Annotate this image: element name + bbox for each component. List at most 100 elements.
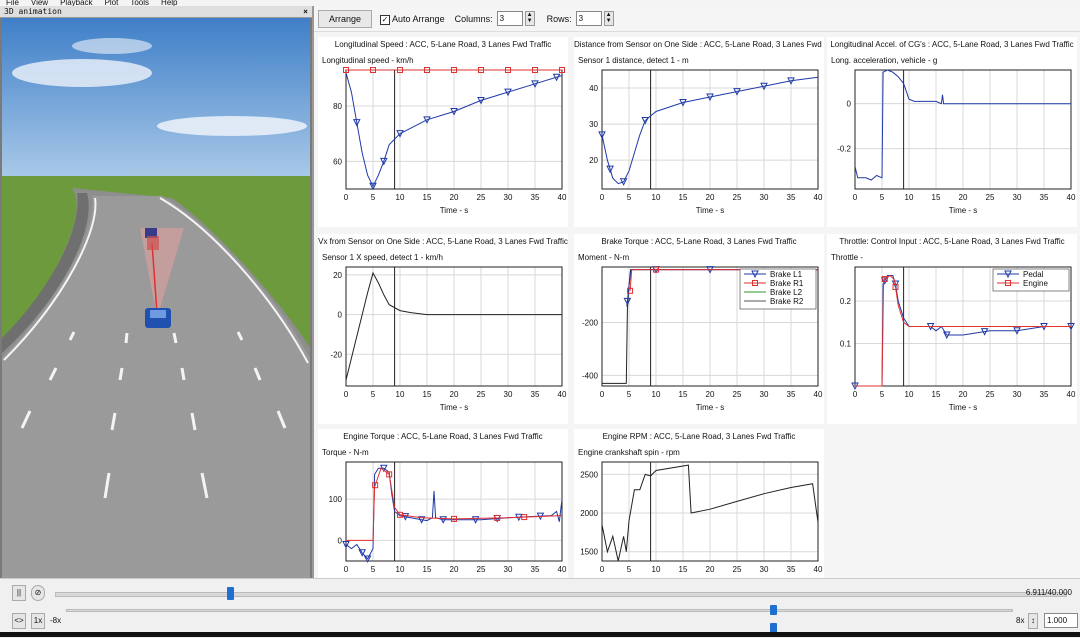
- auto-arrange-checkbox[interactable]: ✓: [380, 14, 391, 25]
- plot-panel-p4[interactable]: Vx from Sensor on One Side : ACC, 5-Lane…: [318, 234, 568, 424]
- rate-spinner[interactable]: ↕: [1028, 613, 1038, 629]
- x-tick-label: 40: [558, 193, 567, 202]
- plot-canvas[interactable]: 0510152025303540150020002500Time - s: [574, 429, 824, 599]
- animation-window-titlebar: 3D animation ×: [0, 6, 312, 18]
- x-tick-label: 0: [344, 565, 349, 574]
- x-tick-label: 15: [679, 390, 688, 399]
- rate-slider-thumb[interactable]: [770, 605, 777, 615]
- x-tick-label: 40: [1067, 193, 1076, 202]
- ego-vehicle-roof: [150, 310, 166, 318]
- y-tick-label: 0: [338, 536, 343, 545]
- x-tick-label: 35: [531, 565, 540, 574]
- plot-canvas[interactable]: 0 5 10 15 20 25 30 35 40 -20 0 20 Time - s: [318, 234, 568, 424]
- 3d-animation-viewport[interactable]: [2, 18, 310, 578]
- y-tick-label: -0.2: [837, 145, 851, 154]
- x-tick-label: 5: [627, 193, 632, 202]
- plot-panel-p2[interactable]: Distance from Sensor on One Side : ACC, …: [574, 37, 824, 227]
- rate-value-input[interactable]: 1.000: [1044, 613, 1078, 628]
- x-tick-label: 5: [627, 390, 632, 399]
- x-tick-label: 35: [1040, 390, 1049, 399]
- x-tick-label: 35: [787, 390, 796, 399]
- x-tick-label: 5: [880, 193, 885, 202]
- plot-canvas[interactable]: 0 5 10 15 20 25 30 35 40 -0.2 0 Time - s: [827, 37, 1077, 227]
- x-tick-label: 35: [1040, 193, 1049, 202]
- x-tick-label: 30: [504, 565, 513, 574]
- plot-panel-p7[interactable]: Engine Torque : ACC, 5-Lane Road, 3 Lane…: [318, 429, 568, 599]
- plot-panel-p8[interactable]: Engine RPM : ACC, 5-Lane Road, 3 Lanes F…: [574, 429, 824, 599]
- plot-canvas[interactable]: 0 5 10 15 20 25 30 35 40 0.1 0.2 Time - s PedalEngin…: [827, 234, 1077, 424]
- x-tick-label: 40: [558, 565, 567, 574]
- x-tick-label: 30: [504, 390, 513, 399]
- plot-panel-p5[interactable]: Brake Torque : ACC, 5-Lane Road, 3 Lanes…: [574, 234, 824, 424]
- y-tick-label: 2500: [580, 470, 598, 479]
- plot-panel-p6[interactable]: Throttle: Control Input : ACC, 5-Lane Ro…: [827, 234, 1077, 424]
- x-tick-label: 0: [344, 193, 349, 202]
- y-tick-label: 0.2: [840, 297, 852, 306]
- y-tick-label: 20: [589, 156, 598, 165]
- plot-xlabel: Time - s: [440, 206, 469, 215]
- x-tick-label: 20: [706, 390, 715, 399]
- y-tick-label: -20: [330, 350, 342, 359]
- x-tick-label: 0: [853, 193, 858, 202]
- plot-toolbar: Arrange ✓ Auto Arrange Columns: 3 ▲ ▼ Row…: [314, 6, 1080, 32]
- plot-xlabel: Time - s: [949, 206, 978, 215]
- rewind-button[interactable]: <>: [12, 613, 26, 629]
- x-tick-label: 0: [853, 390, 858, 399]
- y-tick-label: 0.1: [840, 340, 852, 349]
- pause-button[interactable]: ||: [12, 585, 26, 601]
- x-tick-label: 40: [814, 193, 823, 202]
- arrange-button[interactable]: Arrange: [318, 9, 373, 28]
- x-tick-label: 5: [371, 193, 376, 202]
- record-icon[interactable]: ⊘: [31, 585, 45, 601]
- time-slider-track[interactable]: [55, 592, 1067, 597]
- x-tick-label: 15: [932, 193, 941, 202]
- plot-canvas[interactable]: 0 5 10 15 20 25 30 35 40 -400 -200 Time - s Brake L1…: [574, 234, 824, 424]
- plot-xlabel: Time - s: [696, 206, 725, 215]
- x-tick-label: 30: [504, 193, 513, 202]
- legend-label: Engine: [1023, 279, 1048, 288]
- x-tick-label: 15: [423, 565, 432, 574]
- y-tick-label: 40: [589, 84, 598, 93]
- legend-label: Pedal: [1023, 270, 1044, 279]
- x-tick-label: 0: [600, 565, 605, 574]
- y-tick-label: 1500: [580, 548, 598, 557]
- x-tick-label: 20: [450, 390, 459, 399]
- animation-window-title: 3D animation: [4, 7, 62, 16]
- plot-xlabel: Time - s: [696, 403, 725, 412]
- x-tick-label: 5: [371, 565, 376, 574]
- close-icon[interactable]: ×: [303, 6, 308, 17]
- x-tick-label: 40: [1067, 390, 1076, 399]
- sky: [2, 18, 310, 178]
- realtime-speed-button[interactable]: 1x: [31, 613, 45, 629]
- x-tick-label: 10: [905, 390, 914, 399]
- x-tick-label: 40: [558, 390, 567, 399]
- plot-panel-p1[interactable]: Longitudinal Speed : ACC, 5-Lane Road, 3…: [318, 37, 568, 227]
- plot-xlabel: Time - s: [949, 403, 978, 412]
- rows-input[interactable]: 3: [575, 11, 602, 26]
- x-tick-label: 5: [627, 565, 632, 574]
- x-tick-label: 25: [986, 390, 995, 399]
- x-tick-label: 20: [706, 565, 715, 574]
- time-slider-thumb[interactable]: [226, 587, 234, 600]
- plot-canvas[interactable]: 0 5 10 15 20 25 30 35 40 20 30 40 Time - s: [574, 37, 824, 227]
- x-tick-label: 25: [477, 193, 486, 202]
- x-tick-label: 30: [760, 565, 769, 574]
- lead-vehicle-box: [147, 236, 159, 250]
- x-tick-label: 15: [423, 193, 432, 202]
- x-tick-label: 15: [932, 390, 941, 399]
- x-tick-label: 35: [531, 193, 540, 202]
- x-tick-label: 10: [396, 390, 405, 399]
- plot-canvas[interactable]: 0 5 10 15 20 25 30 35 40 60 80 Time - s: [318, 37, 568, 227]
- playback-bar: || ⊘ 6.911/40.000 <> 1x -8x 8x ↕ 1.000: [0, 578, 1080, 638]
- columns-input[interactable]: 3: [496, 11, 523, 26]
- rows-spinner[interactable]: ▲ ▼: [603, 11, 614, 26]
- x-tick-label: 10: [652, 193, 661, 202]
- legend-label: Brake L1: [770, 270, 803, 279]
- plot-canvas[interactable]: 05101520253035400100Time - s: [318, 429, 568, 599]
- y-tick-label: 100: [329, 495, 343, 504]
- columns-spinner[interactable]: ▲ ▼: [524, 11, 535, 26]
- x-tick-label: 25: [733, 193, 742, 202]
- x-tick-label: 35: [787, 565, 796, 574]
- plot-panel-p3[interactable]: Longitudinal Accel. of CG's : ACC, 5-Lan…: [827, 37, 1077, 227]
- rate-slider-track[interactable]: [66, 609, 1013, 612]
